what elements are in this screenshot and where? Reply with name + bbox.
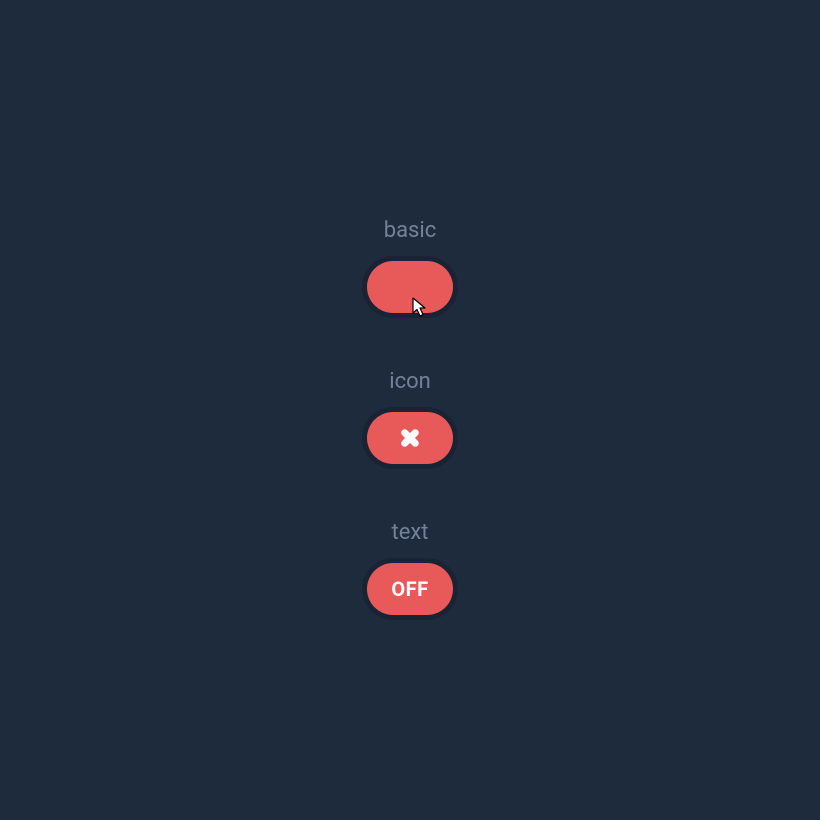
toggle-group-basic: basic: [367, 218, 453, 313]
toggle-label-basic: basic: [384, 218, 437, 243]
toggle-text-value: OFF: [391, 577, 428, 601]
toggle-group-icon: icon: [367, 369, 453, 464]
toggle-label-icon: icon: [389, 369, 431, 394]
toggle-group-text: text OFF: [367, 520, 453, 615]
toggle-text[interactable]: OFF: [367, 563, 453, 615]
toggle-basic[interactable]: [367, 261, 453, 313]
toggle-label-text: text: [392, 520, 429, 545]
close-icon: [399, 427, 421, 449]
toggle-icon[interactable]: [367, 412, 453, 464]
